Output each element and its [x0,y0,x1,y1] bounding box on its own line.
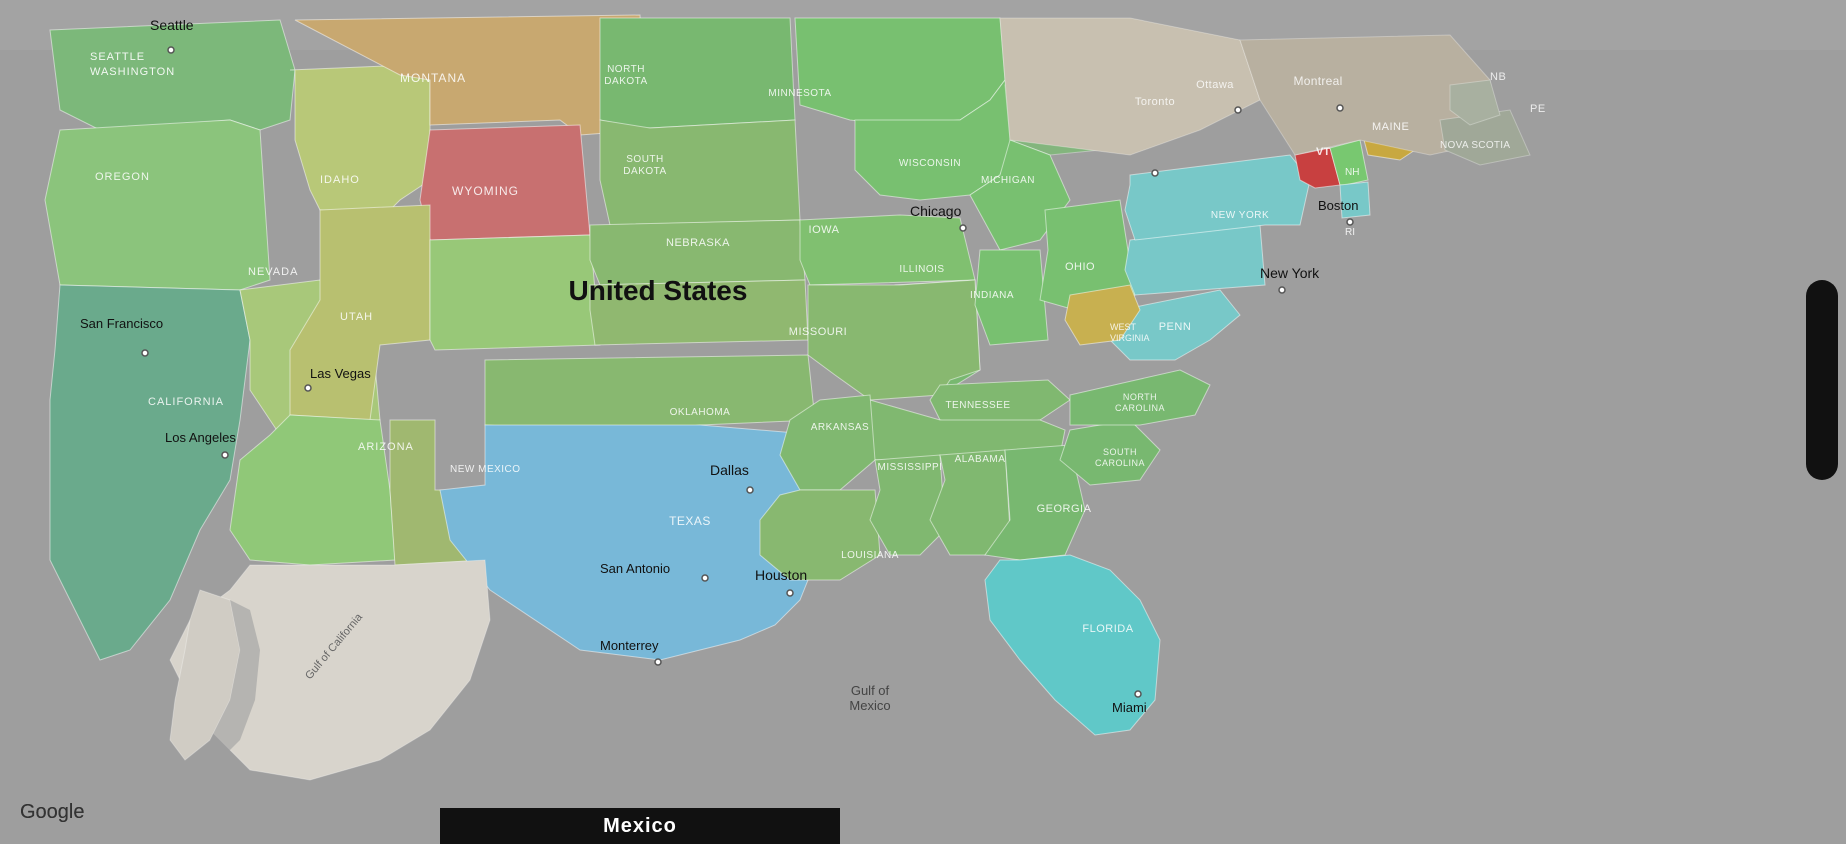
svg-text:CAROLINA: CAROLINA [1115,403,1165,413]
svg-text:United States: United States [569,275,748,306]
svg-text:WISCONSIN: WISCONSIN [899,158,961,169]
svg-text:NEW YORK: NEW YORK [1211,210,1269,221]
svg-text:Mexico: Mexico [849,698,890,713]
svg-text:Montreal: Montreal [1293,74,1342,88]
svg-text:NEVADA: NEVADA [248,266,298,278]
svg-text:LOUISIANA: LOUISIANA [841,550,899,561]
svg-text:UTAH: UTAH [340,311,373,323]
svg-text:MISSISSIPPI: MISSISSIPPI [878,462,943,473]
svg-text:New York: New York [1260,265,1320,281]
svg-text:Toronto: Toronto [1135,96,1175,108]
svg-text:MINNESOTA: MINNESOTA [768,88,831,99]
svg-text:ARKANSAS: ARKANSAS [811,422,869,433]
svg-text:TEXAS: TEXAS [669,514,711,528]
svg-text:Ottawa: Ottawa [1196,79,1234,91]
svg-text:IOWA: IOWA [809,224,840,236]
svg-text:OREGON: OREGON [95,171,150,183]
svg-text:RI: RI [1345,227,1355,238]
svg-text:MISSOURI: MISSOURI [789,326,847,338]
svg-text:MICHIGAN: MICHIGAN [981,175,1035,186]
svg-text:TENNESSEE: TENNESSEE [945,400,1010,411]
svg-text:OHIO: OHIO [1065,261,1095,273]
scrollbar-pill[interactable] [1806,280,1838,480]
svg-text:CALIFORNIA: CALIFORNIA [148,396,224,408]
svg-text:NORTH: NORTH [1123,392,1157,402]
svg-text:WYOMING: WYOMING [452,184,519,198]
svg-text:NEBRASKA: NEBRASKA [666,237,730,249]
svg-text:NEW MEXICO: NEW MEXICO [450,464,521,475]
svg-text:Monterrey: Monterrey [600,638,659,653]
map-container: SEATTLE WASHINGTON OREGON CALIFORNIA NEV… [0,0,1846,844]
svg-text:MAINE: MAINE [1372,121,1409,133]
svg-text:Chicago: Chicago [910,203,962,219]
svg-text:WASHINGTON: WASHINGTON [90,66,175,78]
svg-text:NH: NH [1345,167,1359,178]
svg-text:ILLINOIS: ILLINOIS [899,264,944,275]
svg-text:Miami: Miami [1112,700,1147,715]
svg-text:Gulf of: Gulf of [851,683,890,698]
svg-text:SOUTH: SOUTH [626,154,664,165]
map-svg: SEATTLE WASHINGTON OREGON CALIFORNIA NEV… [0,0,1846,844]
svg-text:Los Angeles: Los Angeles [165,430,236,445]
svg-text:NORTH: NORTH [607,64,645,75]
svg-text:Boston: Boston [1318,198,1358,213]
svg-text:SEATTLE: SEATTLE [90,51,145,63]
svg-text:Las Vegas: Las Vegas [310,366,371,381]
svg-text:VIRGINIA: VIRGINIA [1110,333,1150,343]
svg-text:INDIANA: INDIANA [970,290,1014,301]
svg-text:FLORIDA: FLORIDA [1082,623,1133,635]
svg-text:Dallas: Dallas [710,462,749,478]
svg-text:MONTANA: MONTANA [400,71,466,85]
svg-text:GEORGIA: GEORGIA [1037,503,1092,515]
svg-text:NOVA SCOTIA: NOVA SCOTIA [1440,140,1510,151]
svg-text:San Antonio: San Antonio [600,561,670,576]
svg-text:ARIZONA: ARIZONA [358,441,414,453]
svg-text:WEST: WEST [1110,322,1137,332]
svg-text:SOUTH: SOUTH [1103,447,1137,457]
svg-text:VT: VT [1316,146,1330,158]
svg-text:IDAHO: IDAHO [320,174,360,186]
svg-text:Seattle: Seattle [150,17,194,33]
svg-text:PE: PE [1530,103,1546,115]
svg-text:DAKOTA: DAKOTA [623,166,666,177]
svg-text:DAKOTA: DAKOTA [604,76,647,87]
svg-text:OKLAHOMA: OKLAHOMA [670,407,731,418]
svg-text:ALABAMA: ALABAMA [955,454,1006,465]
svg-text:San Francisco: San Francisco [80,316,163,331]
svg-text:Houston: Houston [755,567,807,583]
svg-text:CAROLINA: CAROLINA [1095,458,1145,468]
svg-text:PENN: PENN [1159,321,1192,333]
svg-text:NB: NB [1490,71,1506,83]
mexico-label-bar: Mexico [440,808,840,844]
